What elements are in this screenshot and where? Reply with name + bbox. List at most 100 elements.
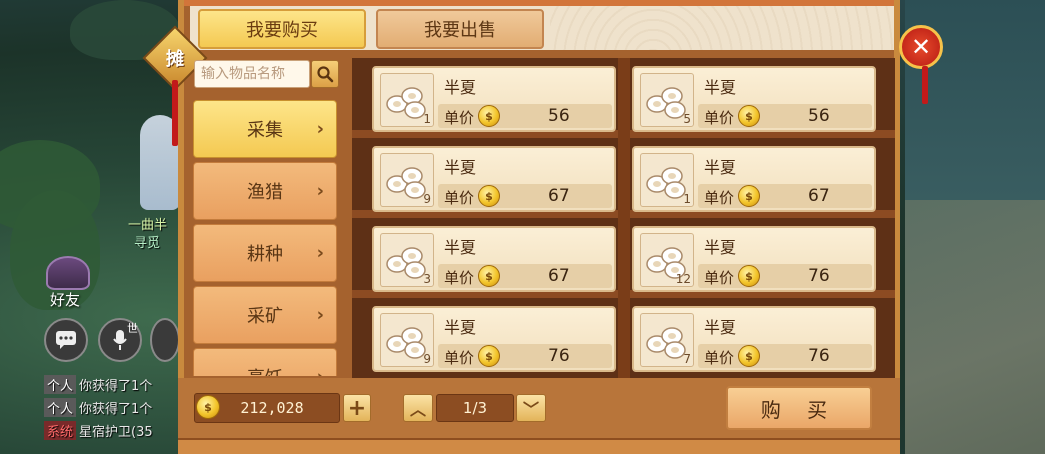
page-indicator: 1/3 — [436, 394, 514, 422]
item-name: 半夏 — [444, 78, 477, 97]
close-icon: ✕ — [910, 33, 932, 61]
price-row: 单价 $56 — [438, 104, 612, 128]
chat-bubble-icon — [56, 331, 76, 349]
coin-icon: $ — [738, 185, 760, 207]
item-price: 67 — [548, 266, 570, 286]
tassel-decoration — [922, 66, 928, 104]
coin-icon: $ — [478, 345, 500, 367]
item-quantity: 1 — [423, 112, 431, 126]
item-card[interactable]: 5 半夏 单价 $56 — [632, 66, 876, 132]
price-row: 单价 $76 — [698, 344, 872, 368]
item-price: 56 — [808, 106, 830, 126]
item-price: 56 — [548, 106, 570, 126]
chat-line: 系统 星宿护卫(35 — [44, 421, 153, 440]
price-label: 单价 — [444, 109, 475, 127]
price-row: 单价 $76 — [698, 264, 872, 288]
item-price: 76 — [808, 266, 830, 286]
chevron-up-icon: ︿ — [409, 400, 426, 419]
chevron-right-icon: › — [316, 242, 324, 264]
item-price: 67 — [808, 186, 830, 206]
category-item-gathering[interactable]: 采集 › — [193, 100, 337, 158]
shelf-divider — [618, 58, 630, 378]
chat-button[interactable] — [44, 318, 88, 362]
price-label: 单价 — [704, 349, 735, 367]
item-thumbnail: 7 — [640, 313, 694, 367]
tab-sell[interactable]: 我要出售 — [376, 9, 544, 49]
item-quantity: 12 — [675, 272, 691, 286]
chat-line: 个人 你获得了1个 — [44, 375, 152, 394]
price-row: 单价 $67 — [438, 264, 612, 288]
category-item-farming[interactable]: 耕种 › — [193, 224, 337, 282]
category-label: 烹饪 — [247, 364, 283, 376]
friend-avatar[interactable] — [46, 256, 90, 290]
item-thumbnail: 9 — [380, 313, 434, 367]
add-money-button[interactable]: + — [343, 394, 371, 422]
item-thumbnail: 5 — [640, 73, 694, 127]
item-quantity: 7 — [683, 352, 691, 366]
price-row: 单价 $67 — [438, 184, 612, 208]
extra-button[interactable] — [150, 318, 180, 362]
item-name: 半夏 — [704, 238, 737, 257]
chevron-right-icon: › — [316, 180, 324, 202]
page-next-button[interactable]: ﹀ — [516, 394, 546, 422]
item-card[interactable]: 9 半夏单价 $76 — [372, 306, 616, 372]
item-name: 半夏 — [444, 238, 477, 257]
search-button[interactable] — [311, 60, 339, 88]
price-row: 单价 $76 — [438, 344, 612, 368]
category-item-fishing-hunting[interactable]: 渔猎 › — [193, 162, 337, 220]
tassel-decoration — [172, 80, 178, 146]
item-thumbnail: 1 — [380, 73, 434, 127]
item-name: 半夏 — [444, 158, 477, 177]
page-prev-button[interactable]: ︿ — [403, 394, 433, 422]
chat-text: 你获得了1个 — [79, 379, 153, 394]
item-card[interactable]: 3 半夏单价 $67 — [372, 226, 616, 292]
price-row: 单价 $56 — [698, 104, 872, 128]
coin-icon: $ — [738, 105, 760, 127]
close-button[interactable]: ✕ — [899, 25, 943, 69]
search-input[interactable] — [195, 61, 309, 87]
category-item-mining[interactable]: 采矿 › — [193, 286, 337, 344]
item-quantity: 1 — [683, 192, 691, 206]
item-thumbnail: 9 — [380, 153, 434, 207]
item-quantity: 9 — [423, 192, 431, 206]
item-card[interactable]: 1 半夏单价 $56 — [372, 66, 616, 132]
category-item-cooking[interactable]: 烹饪 › — [193, 348, 337, 376]
search-icon — [317, 66, 334, 83]
chevron-right-icon: › — [316, 118, 324, 140]
friend-label[interactable]: 好友 — [50, 289, 80, 310]
search-field[interactable] — [194, 60, 310, 88]
item-card[interactable]: 12 半夏单价 $76 — [632, 226, 876, 292]
chat-text: 星宿护卫(35 — [79, 425, 153, 440]
item-card[interactable]: 7 半夏 单价 $76 — [632, 306, 876, 372]
category-list[interactable]: 采集 › 渔猎 › 耕种 › 采矿 › 烹饪 › — [193, 96, 337, 376]
chat-text: 你获得了1个 — [79, 402, 153, 417]
coin-icon: $ — [478, 265, 500, 287]
item-price: 76 — [548, 346, 570, 366]
chat-tag-system: 系统 — [44, 421, 77, 440]
item-name: 半夏 — [444, 318, 477, 337]
tab-bar-pattern — [550, 6, 894, 50]
voice-button[interactable]: 世 — [98, 318, 142, 362]
item-quantity: 9 — [423, 352, 431, 366]
item-quantity: 3 — [423, 272, 431, 286]
price-row: 单价 $67 — [698, 184, 872, 208]
coin-icon: $ — [738, 345, 760, 367]
stall-badge: 摊 — [166, 49, 184, 70]
item-card[interactable]: 1 半夏单价 $67 — [632, 146, 876, 212]
npc-subtitle: 寻觅 — [134, 236, 161, 251]
item-name: 半夏 — [704, 158, 737, 177]
tab-buy[interactable]: 我要购买 — [198, 9, 366, 49]
chat-tag: 个人 — [44, 375, 77, 394]
price-label: 单价 — [444, 349, 475, 367]
price-label: 单价 — [704, 109, 735, 127]
category-label: 渔猎 — [247, 182, 283, 203]
item-card[interactable]: 9 半夏单价 $67 — [372, 146, 616, 212]
coin-icon: $ — [196, 395, 220, 419]
beach-sand — [905, 200, 1045, 454]
item-price: 76 — [808, 346, 830, 366]
buy-button[interactable]: 购 买 — [726, 386, 872, 430]
item-price: 67 — [548, 186, 570, 206]
window-bottom-edge — [178, 438, 900, 454]
category-label: 采矿 — [247, 306, 283, 327]
chevron-right-icon: › — [316, 304, 324, 326]
